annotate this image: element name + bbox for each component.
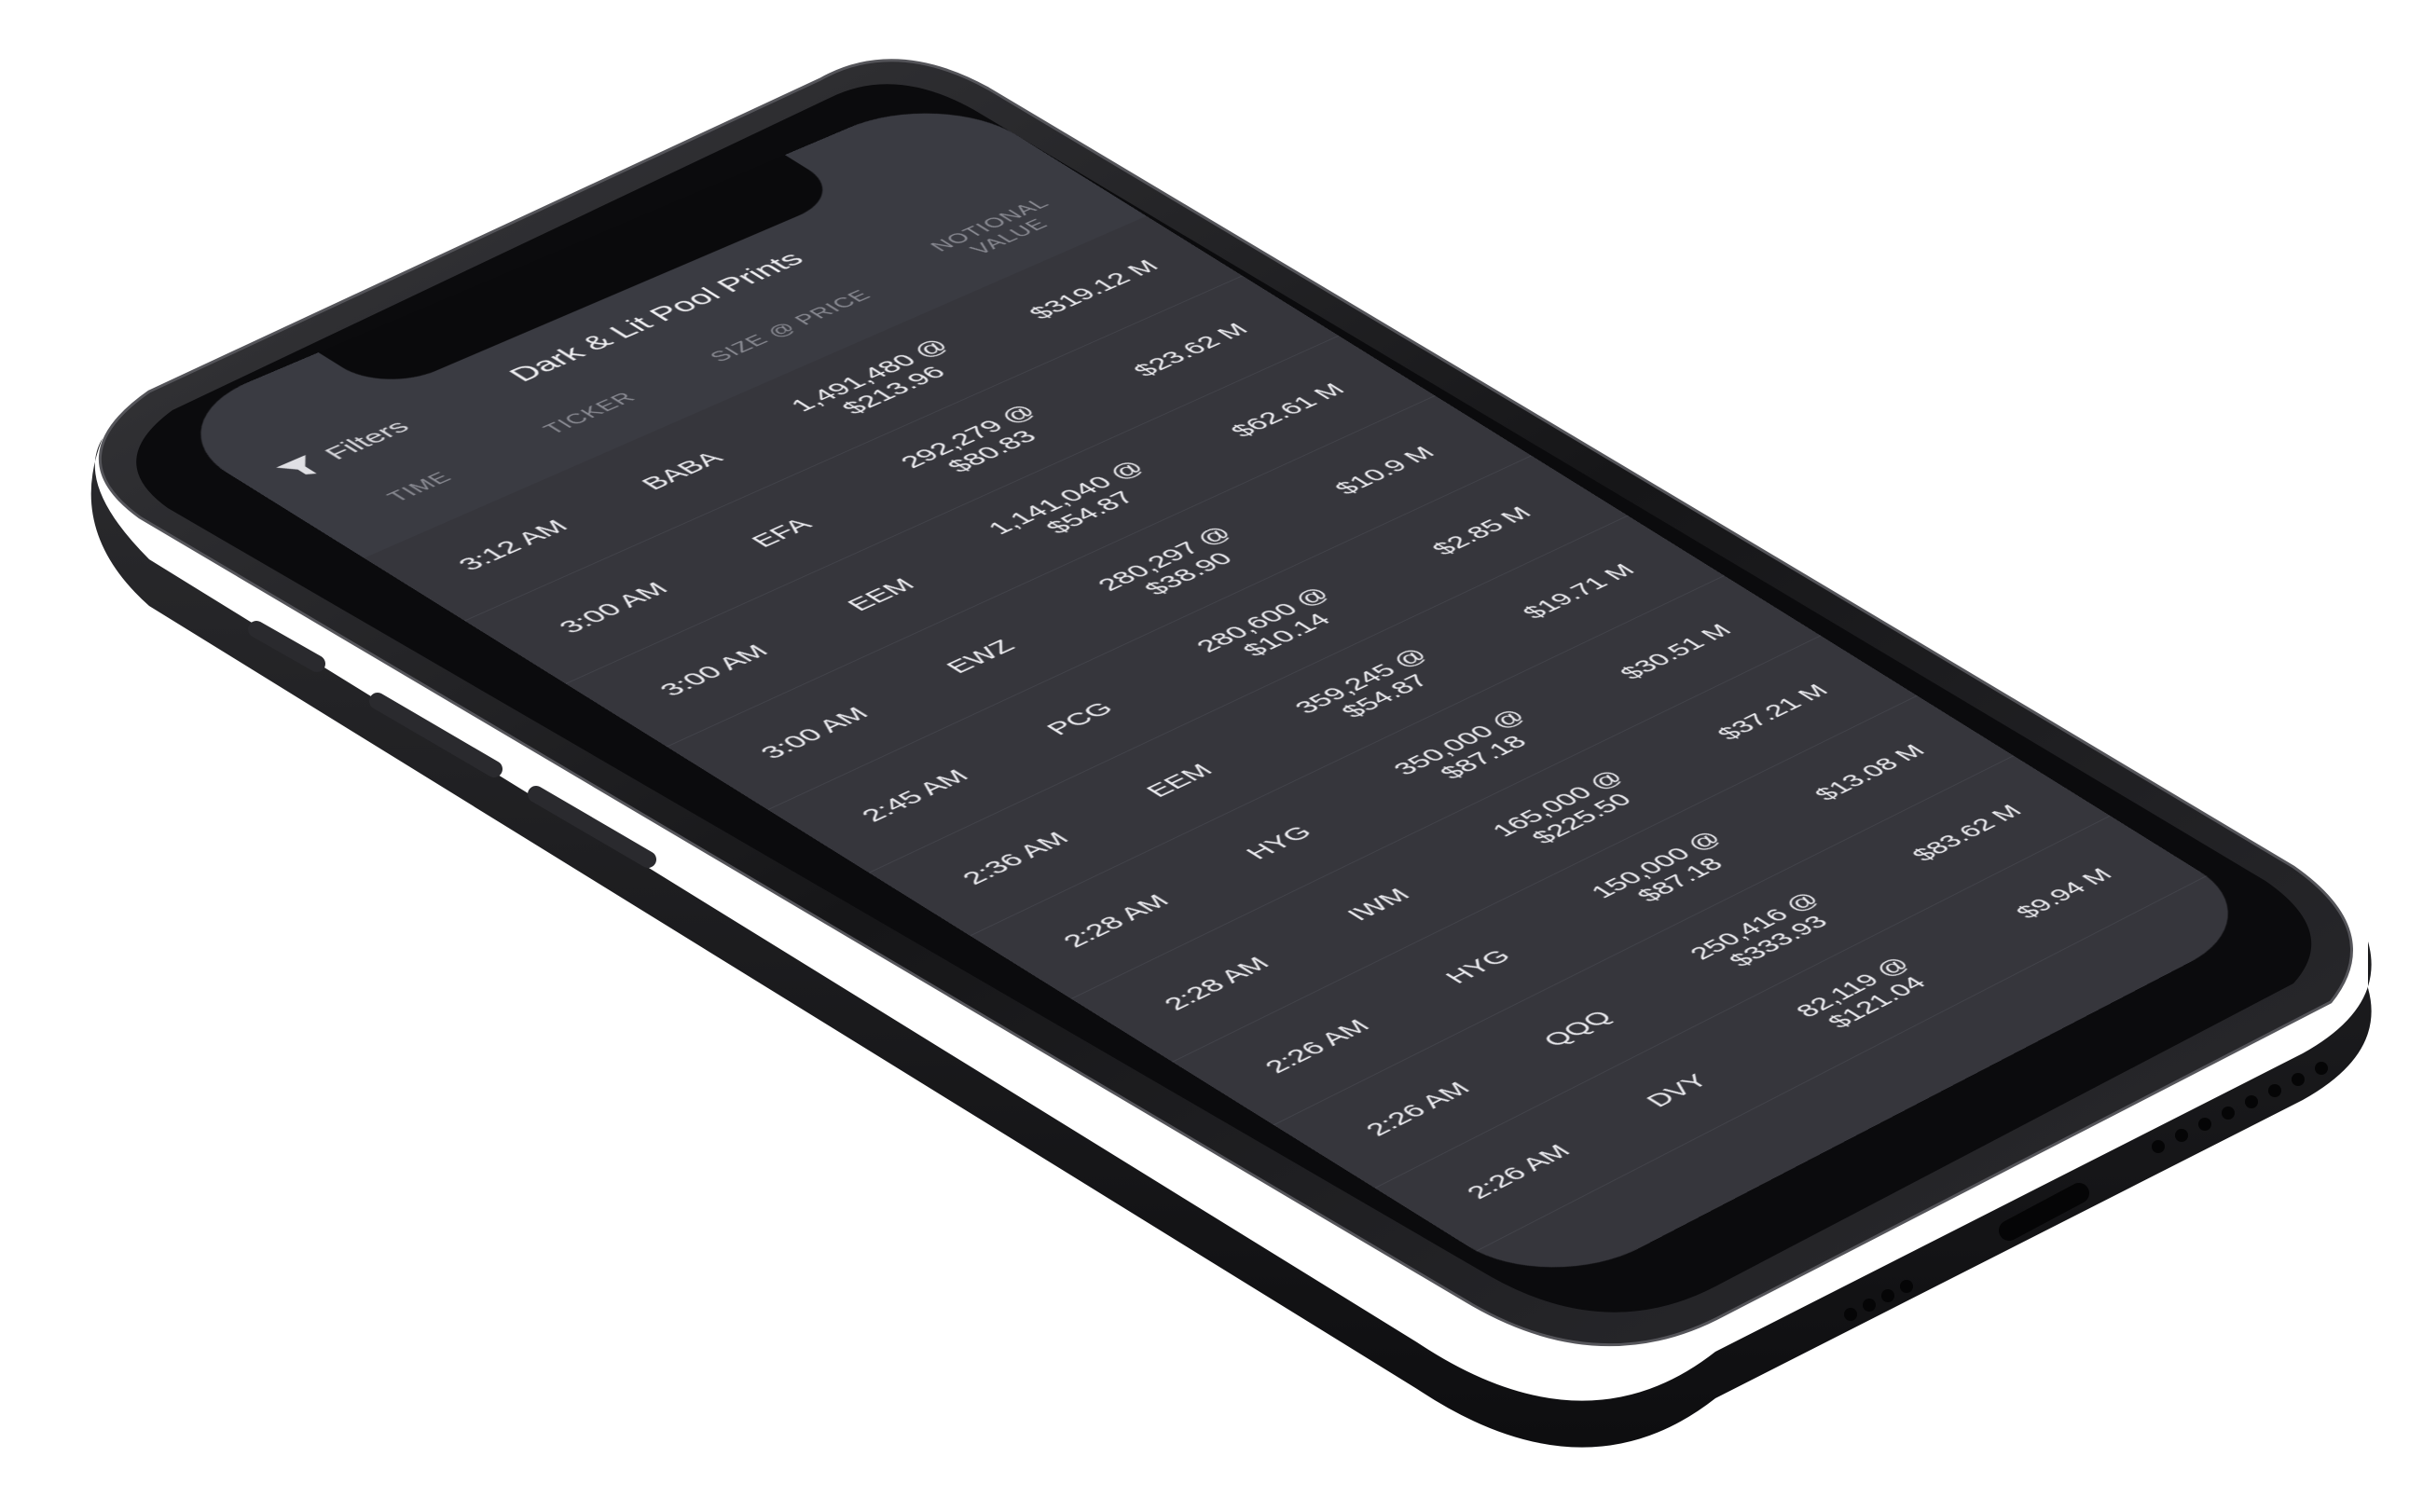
phone-mockup-scene: Filters Dark & Lit Pool Prints TIME TICK… [0, 0, 2423, 1512]
